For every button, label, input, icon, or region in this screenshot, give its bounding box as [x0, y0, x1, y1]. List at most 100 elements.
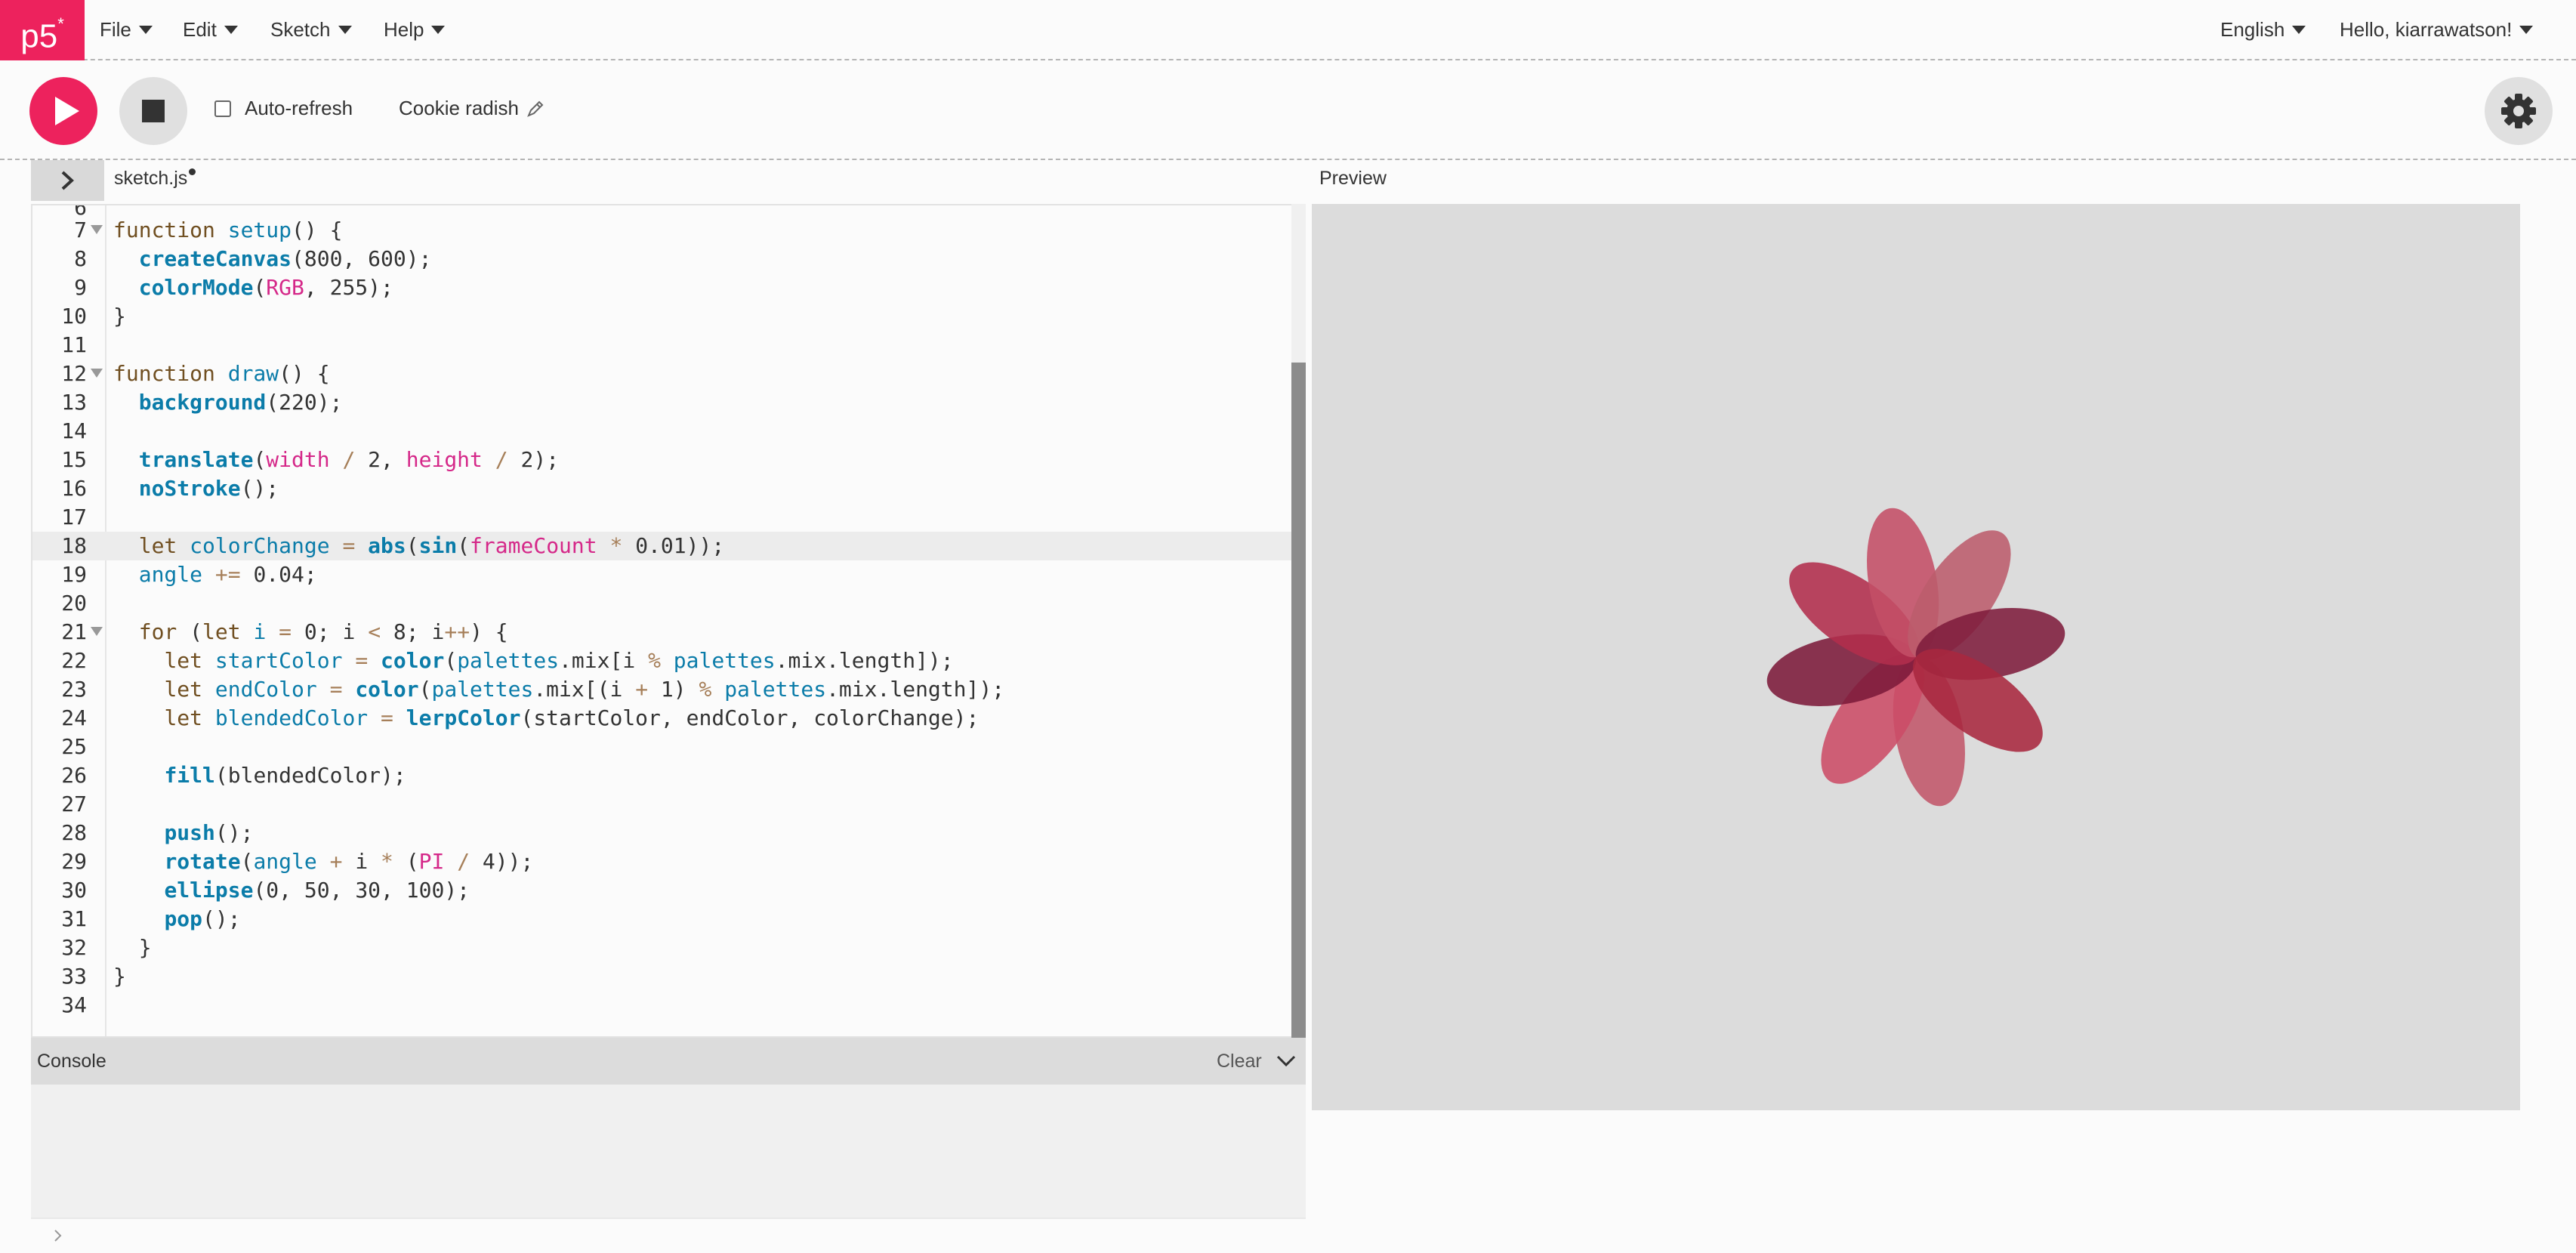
- sketch-name[interactable]: Cookie radish: [399, 97, 545, 120]
- code-line[interactable]: 32 }: [32, 934, 1294, 962]
- line-number: 9: [74, 275, 87, 300]
- menu-edit[interactable]: Edit: [183, 0, 238, 59]
- line-number: 34: [61, 992, 87, 1017]
- play-button[interactable]: [29, 77, 97, 145]
- code-line[interactable]: 10}: [32, 302, 1294, 331]
- menu-file-label: File: [100, 17, 131, 41]
- line-number: 27: [61, 792, 87, 816]
- line-number: 28: [61, 820, 87, 845]
- chevron-down-icon[interactable]: [1276, 1053, 1297, 1069]
- line-number: 20: [61, 591, 87, 616]
- pencil-icon[interactable]: [526, 100, 545, 118]
- user-menu[interactable]: Hello, kiarrawatson!: [2340, 0, 2534, 59]
- code-text: translate(width / 2, height / 2);: [138, 447, 560, 472]
- console-input[interactable]: [31, 1218, 1306, 1253]
- code-line[interactable]: 16 noStroke();: [32, 474, 1294, 503]
- line-number: 18: [61, 533, 87, 558]
- line-number: 22: [61, 648, 87, 673]
- line-number: 14: [61, 418, 87, 443]
- code-line[interactable]: 25: [32, 733, 1294, 761]
- language-label: English: [2220, 17, 2285, 41]
- code-line[interactable]: 20: [32, 589, 1294, 618]
- code-line[interactable]: 8 createCanvas(800, 600);: [32, 245, 1294, 273]
- code-line[interactable]: 17: [32, 503, 1294, 532]
- code-line[interactable]: 34: [32, 991, 1294, 1020]
- flower-sketch: [1766, 508, 2065, 807]
- code-line[interactable]: 14: [32, 417, 1294, 446]
- code-line[interactable]: 29 rotate(angle + i * (PI / 4));: [32, 847, 1294, 876]
- code-line[interactable]: 13 background(220);: [32, 388, 1294, 417]
- code-text: let colorChange = abs(sin(frameCount * 0…: [138, 533, 725, 558]
- menu-help[interactable]: Help: [384, 0, 446, 59]
- menu-file[interactable]: File: [100, 0, 153, 59]
- code-line[interactable]: 24 let blendedColor = lerpColor(startCol…: [32, 704, 1294, 733]
- sketch-name-label: Cookie radish: [399, 97, 519, 119]
- code-editor[interactable]: 6 7 function setup() {8 createCanvas(800, …: [31, 204, 1306, 1038]
- code-line[interactable]: 33}: [32, 962, 1294, 991]
- code-line[interactable]: 19 angle += 0.04;: [32, 560, 1294, 589]
- code-text: }: [113, 935, 152, 960]
- code-line[interactable]: 22 let startColor = color(palettes.mix[i…: [32, 647, 1294, 675]
- flower: [1766, 508, 2065, 807]
- console-clear-button[interactable]: Clear: [1217, 1051, 1262, 1072]
- code-line[interactable]: 18 let colorChange = abs(sin(frameCount …: [32, 532, 1294, 560]
- code-line[interactable]: 27: [32, 790, 1294, 819]
- line-number: 25: [61, 734, 87, 759]
- fold-arrow-icon[interactable]: [91, 369, 103, 378]
- line-number: 29: [61, 849, 87, 874]
- chevron-down-icon: [2519, 25, 2534, 34]
- code-text: noStroke();: [138, 476, 279, 501]
- code-line[interactable]: 23 let endColor = color(palettes.mix[(i …: [32, 675, 1294, 704]
- language-selector[interactable]: English: [2220, 0, 2306, 59]
- line-number: 7: [74, 218, 87, 242]
- code-line[interactable]: 15 translate(width / 2, height / 2);: [32, 446, 1294, 474]
- line-number: 10: [61, 304, 87, 329]
- line-number: 31: [61, 906, 87, 931]
- sidebar-toggle-button[interactable]: [31, 160, 104, 201]
- line-number: 8: [74, 246, 87, 271]
- code-text: push();: [164, 820, 254, 845]
- chevron-right-icon: [54, 1230, 62, 1242]
- code-line[interactable]: 30 ellipse(0, 50, 30, 100);: [32, 876, 1294, 905]
- menu-help-label: Help: [384, 17, 424, 41]
- code-text: ellipse(0, 50, 30, 100);: [164, 878, 470, 903]
- code-line[interactable]: 11: [32, 331, 1294, 360]
- line-number: 15: [61, 447, 87, 472]
- code-line[interactable]: 26 fill(blendedColor);: [32, 761, 1294, 790]
- console-output: [31, 1085, 1306, 1218]
- code-line[interactable]: 31 pop();: [32, 905, 1294, 934]
- stop-button[interactable]: [119, 77, 187, 145]
- code-line[interactable]: 21 for (let i = 0; i < 8; i++) {: [32, 618, 1294, 647]
- code-text: createCanvas(800, 600);: [138, 246, 432, 271]
- settings-button[interactable]: [2485, 77, 2553, 145]
- auto-refresh-toggle[interactable]: Auto-refresh: [214, 97, 353, 120]
- console-header: Console Clear: [31, 1038, 1306, 1085]
- menu-sketch-label: Sketch: [270, 17, 331, 41]
- code-line[interactable]: 12 function draw() {: [32, 360, 1294, 388]
- code-text: let blendedColor = lerpColor(startColor,…: [164, 705, 979, 730]
- fold-arrow-icon[interactable]: [91, 627, 103, 636]
- preview-canvas[interactable]: [1312, 204, 2520, 1110]
- code-line[interactable]: 28 push();: [32, 819, 1294, 847]
- p5-logo[interactable]: p5*: [0, 0, 85, 60]
- code-text: background(220);: [138, 390, 343, 415]
- auto-refresh-label: Auto-refresh: [245, 97, 353, 119]
- line-number: 17: [61, 505, 87, 529]
- chevron-right-icon: [61, 171, 74, 190]
- auto-refresh-checkbox[interactable]: [214, 100, 231, 117]
- chevron-down-icon: [338, 25, 352, 34]
- chevron-down-icon: [138, 25, 153, 34]
- line-number: 19: [61, 562, 87, 587]
- menu-sketch[interactable]: Sketch: [270, 0, 352, 59]
- line-number: 26: [61, 763, 87, 788]
- file-tab[interactable]: sketch.js: [114, 168, 196, 190]
- chevron-down-icon: [2292, 25, 2306, 34]
- editor-scrollbar-thumb[interactable]: [1291, 363, 1306, 1038]
- line-number: 12: [61, 361, 87, 386]
- code-line[interactable]: 7 function setup() {: [32, 216, 1294, 245]
- fold-arrow-icon[interactable]: [91, 225, 103, 234]
- code-text: fill(blendedColor);: [164, 763, 406, 788]
- line-number: 13: [61, 390, 87, 415]
- code-line[interactable]: 9 colorMode(RGB, 255);: [32, 273, 1294, 302]
- code-text: function setup() {: [113, 218, 343, 242]
